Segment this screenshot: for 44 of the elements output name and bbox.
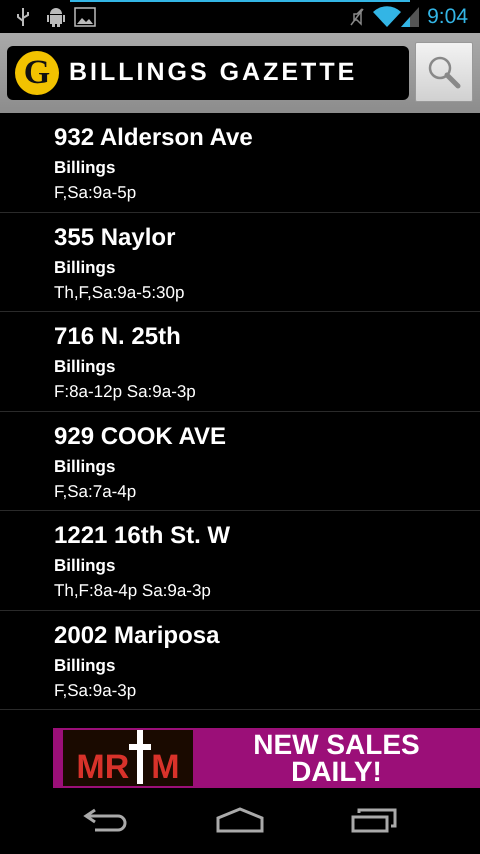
listing-row[interactable]: 929 COOK AVE Billings F,Sa:7a-4p <box>0 412 480 511</box>
home-icon[interactable] <box>216 807 264 833</box>
recent-apps-icon[interactable] <box>350 807 397 833</box>
ad-logo-text: M <box>151 750 180 784</box>
listing-row[interactable]: 2002 Mariposa Billings F,Sa:9a-3p <box>0 610 480 710</box>
wifi-icon <box>373 6 402 28</box>
listing-city: Billings <box>54 654 116 676</box>
cross-icon <box>129 730 152 784</box>
listing-hours: Th,F,Sa:9a-5:30p <box>54 282 186 304</box>
listing-hours: Th,F:8a-4p Sa:9a-3p <box>54 580 212 602</box>
listing-hours: F,Sa:9a-5p <box>54 182 138 204</box>
logo-initial: G <box>15 51 59 95</box>
image-icon <box>74 6 96 26</box>
listing-city: Billings <box>54 256 116 278</box>
ad-banner[interactable]: MR M NEW SALES DAILY! <box>53 728 480 788</box>
listing-address: 1221 16th St. W <box>54 521 232 551</box>
ad-logo-text: MR <box>76 750 130 784</box>
usb-icon <box>16 6 30 26</box>
listing-city: Billings <box>54 555 116 577</box>
listing-row[interactable]: 932 Alderson Ave Billings F,Sa:9a-5p <box>0 113 480 212</box>
ad-headline: NEW SALES <box>252 731 421 758</box>
listing-row[interactable]: 1221 16th St. W Billings Th,F:8a-4p Sa:9a-3p <box>0 511 480 610</box>
listing-address: 355 Naylor <box>54 222 176 252</box>
listing-city: Billings <box>54 356 116 378</box>
listing-hours: F:8a-12p Sa:9a-3p <box>54 381 197 403</box>
listing-address: 932 Alderson Ave <box>54 123 254 153</box>
android-icon <box>46 6 66 28</box>
ad-headline: DAILY! <box>290 758 383 785</box>
listing-city: Billings <box>54 157 116 179</box>
search-icon <box>427 54 461 88</box>
listing-hours: F,Sa:9a-3p <box>54 680 138 702</box>
listing-address: 716 N. 25th <box>54 322 182 352</box>
listing-row[interactable]: 355 Naylor Billings Th,F,Sa:9a-5:30p <box>0 212 480 312</box>
app-title: BILLINGS GAZETTE <box>69 57 358 88</box>
listing-address: 2002 Mariposa <box>54 620 221 650</box>
signal-icon <box>401 6 420 28</box>
muted-icon <box>349 6 366 26</box>
listing-row[interactable]: 716 N. 25th Billings F:8a-12p Sa:9a-3p <box>0 312 480 412</box>
listing-hours: F,Sa:7a-4p <box>54 480 138 502</box>
search-button[interactable] <box>415 42 473 102</box>
back-icon[interactable] <box>83 807 130 833</box>
clock-time: 9:04 <box>427 4 468 30</box>
listing-city: Billings <box>54 456 116 478</box>
listing-address: 929 COOK AVE <box>54 422 228 452</box>
